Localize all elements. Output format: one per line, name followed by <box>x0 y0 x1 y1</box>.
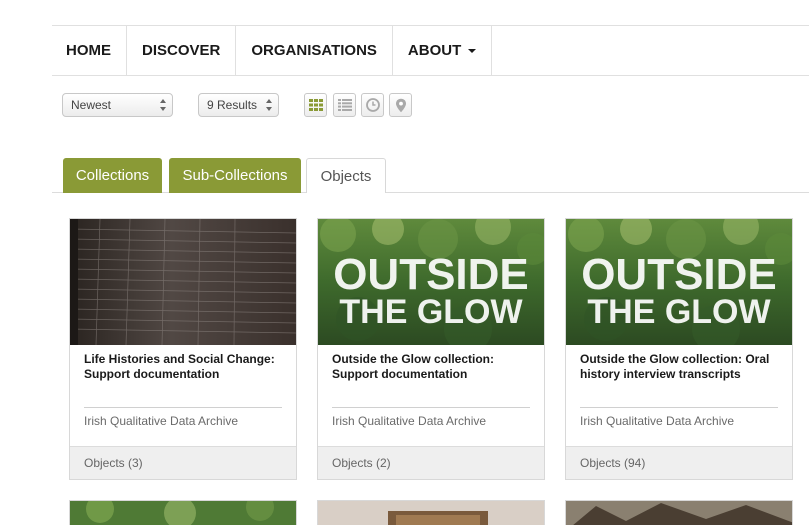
card-title[interactable]: Outside the Glow collection: Support doc… <box>332 352 532 382</box>
card-divider <box>84 407 282 408</box>
cover-title-line-1: OUTSIDE <box>333 250 529 299</box>
outside-the-glow-cover: OUTSIDE THE GLOW <box>318 219 544 345</box>
card-organisation[interactable]: Irish Qualitative Data Archive <box>84 414 238 428</box>
select-arrows-icon <box>266 99 272 111</box>
grid-icon <box>308 99 323 111</box>
tab-collections[interactable]: Collections <box>63 158 162 193</box>
collection-card[interactable]: OUTSIDE THE GLOW Outside the Glow collec… <box>565 218 793 480</box>
cover-title-line-2: THE GLOW <box>339 293 523 331</box>
nav-home-label: HOME <box>66 42 111 59</box>
list-icon <box>337 99 352 111</box>
caret-down-icon <box>468 48 477 53</box>
cover-title-line-2: THE GLOW <box>587 293 771 331</box>
card-footer: Objects (94) <box>566 446 792 479</box>
map-view-button[interactable] <box>389 93 412 117</box>
spreadsheet-photo <box>70 219 296 345</box>
list-view-button[interactable] <box>333 93 356 117</box>
nav-organisations[interactable]: ORGANISATIONS <box>236 26 393 75</box>
collection-card-partial[interactable] <box>565 500 793 525</box>
card-title[interactable]: Outside the Glow collection: Oral histor… <box>580 352 780 382</box>
nav-discover[interactable]: DISCOVER <box>127 26 237 75</box>
card-title[interactable]: Life Histories and Social Change: Suppor… <box>84 352 284 382</box>
tab-sub-collections-label: Sub-Collections <box>182 167 288 184</box>
card-object-count[interactable]: Objects (2) <box>332 456 391 470</box>
tabs-divider <box>52 192 809 193</box>
nav-home[interactable]: HOME <box>52 26 127 75</box>
timeline-view-button[interactable] <box>361 93 384 117</box>
tab-objects[interactable]: Objects <box>306 158 386 193</box>
clock-icon <box>365 98 380 112</box>
results-select[interactable]: 9 Results <box>198 93 279 117</box>
card-footer: Objects (3) <box>70 446 296 479</box>
collection-card-partial[interactable] <box>317 500 545 525</box>
nav-discover-label: DISCOVER <box>142 42 221 59</box>
tab-collections-label: Collections <box>75 167 150 184</box>
map-pin-icon <box>395 98 406 112</box>
outside-the-glow-cover: OUTSIDE THE GLOW <box>566 219 792 345</box>
nav-about[interactable]: ABOUT <box>393 26 493 75</box>
nav-organisations-label: ORGANISATIONS <box>251 42 377 59</box>
collection-card[interactable]: Life Histories and Social Change: Suppor… <box>69 218 297 480</box>
card-footer: Objects (2) <box>318 446 544 479</box>
cover-title-line-1: OUTSIDE <box>581 250 777 299</box>
tab-sub-collections[interactable]: Sub-Collections <box>169 158 301 193</box>
collection-card-partial[interactable] <box>69 500 297 525</box>
nav-about-label: ABOUT <box>407 42 462 59</box>
card-thumbnail-partial <box>70 501 296 525</box>
collection-card[interactable]: OUTSIDE THE GLOW Outside the Glow collec… <box>317 218 545 480</box>
select-arrows-icon <box>160 99 166 111</box>
card-organisation[interactable]: Irish Qualitative Data Archive <box>332 414 486 428</box>
tab-objects-label: Objects <box>320 167 372 185</box>
card-thumbnail[interactable] <box>70 219 296 345</box>
card-thumbnail[interactable]: OUTSIDE THE GLOW <box>566 219 792 345</box>
sort-select-value: Newest <box>71 98 112 112</box>
sort-select[interactable]: Newest <box>62 93 173 117</box>
card-organisation[interactable]: Irish Qualitative Data Archive <box>580 414 734 428</box>
card-object-count[interactable]: Objects (94) <box>580 456 645 470</box>
card-thumbnail[interactable]: OUTSIDE THE GLOW <box>318 219 544 345</box>
main-nav: HOME DISCOVER ORGANISATIONS ABOUT <box>52 25 809 76</box>
card-divider <box>332 407 530 408</box>
card-thumbnail-partial <box>566 501 792 525</box>
card-divider <box>580 407 778 408</box>
grid-view-button[interactable] <box>304 93 327 117</box>
card-thumbnail-partial <box>318 501 544 525</box>
card-object-count[interactable]: Objects (3) <box>84 456 143 470</box>
results-select-value: 9 Results <box>207 98 258 112</box>
